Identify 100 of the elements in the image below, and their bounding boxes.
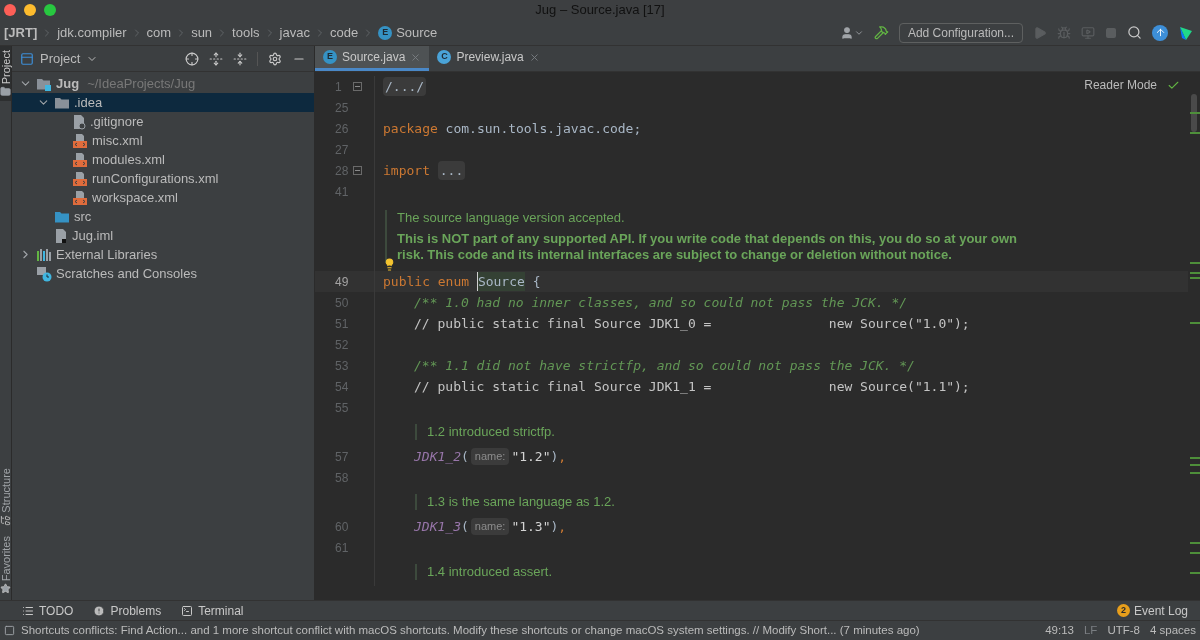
collapse-all-icon[interactable] xyxy=(233,51,247,66)
breadcrumb[interactable]: Source xyxy=(396,22,438,43)
tree-label: .idea xyxy=(74,93,103,112)
update-icon[interactable] xyxy=(1152,24,1168,41)
tree-item[interactable]: runConfigurations.xml xyxy=(12,169,314,188)
breadcrumb[interactable]: com xyxy=(146,22,172,43)
doc-text: This is NOT part of any supported API. If you write code that depends on this, you do so at your own risk. This code and its internal interfaces are subject to change or deletion without notice. xyxy=(397,231,1018,263)
tree-item[interactable]: Jug ~/IdeaProjects/Jug xyxy=(12,74,314,93)
panel-title[interactable]: Project xyxy=(40,48,81,69)
tree-item[interactable]: .gitignore xyxy=(12,112,314,131)
code-token: // public static final Source JDK1_1 = new Source("1.1"); xyxy=(414,377,970,396)
event-log-button[interactable]: 2 Event Log xyxy=(1116,601,1188,620)
tree-item[interactable]: .idea xyxy=(12,93,314,112)
settings-icon[interactable] xyxy=(268,51,282,66)
folder-icon xyxy=(54,95,70,110)
doc-text: 1.3 is the same language as 1.2. xyxy=(427,494,615,510)
line-number: 60 xyxy=(335,518,349,536)
tree-item[interactable]: modules.xml xyxy=(12,150,314,169)
tree-label: Jug xyxy=(56,74,80,93)
code-token: JDK1_2 xyxy=(414,447,461,466)
fold-icon[interactable] xyxy=(353,166,362,175)
caret-position[interactable]: 49:13 xyxy=(1045,621,1074,640)
toolbox-logo-icon[interactable] xyxy=(1178,24,1194,41)
breadcrumb[interactable]: javac xyxy=(279,22,310,43)
tool-window-tab[interactable]: Structure xyxy=(0,466,11,528)
line-number: 50 xyxy=(335,294,349,312)
zoom-button[interactable] xyxy=(44,4,56,16)
locate-icon[interactable] xyxy=(185,51,199,66)
file-icon xyxy=(72,113,86,130)
tree-item[interactable]: src xyxy=(12,207,314,226)
error-stripe-mark xyxy=(1190,322,1200,324)
line-number: 57 xyxy=(335,448,349,466)
search-icon[interactable] xyxy=(1127,25,1142,40)
editor-tab[interactable]: C Preview.java xyxy=(429,46,548,71)
tree-label: External Libraries xyxy=(56,245,158,264)
close-icon[interactable] xyxy=(528,51,540,63)
folded-code[interactable]: ... xyxy=(437,160,466,181)
list-icon xyxy=(22,604,34,617)
scratches-icon xyxy=(36,265,52,282)
code-token: ( xyxy=(460,447,469,466)
tool-windows-toggle-icon[interactable] xyxy=(4,625,15,636)
folded-code[interactable]: /.../ xyxy=(383,76,427,97)
tree-item[interactable]: External Libraries xyxy=(12,245,314,264)
code-token: package xyxy=(383,119,438,138)
tree-item[interactable]: Scratches and Consoles xyxy=(12,264,314,283)
tool-window-tab[interactable]: Favorites xyxy=(0,533,11,596)
line-number: 52 xyxy=(335,336,349,354)
code-token: public xyxy=(383,272,430,291)
tree-label: modules.xml xyxy=(92,150,165,169)
breadcrumb[interactable]: sun xyxy=(191,22,213,43)
tree-item[interactable]: workspace.xml xyxy=(12,188,314,207)
lightbulb-icon[interactable] xyxy=(383,258,396,271)
fold-icon[interactable] xyxy=(353,82,362,91)
module-folder-icon xyxy=(36,76,52,91)
scrollbar-thumb[interactable] xyxy=(1191,94,1197,132)
hammer-icon[interactable] xyxy=(873,25,889,40)
structure-icon xyxy=(0,514,11,526)
tree-item[interactable]: Jug.iml xyxy=(12,226,314,245)
xml-file-icon xyxy=(72,170,88,187)
user-menu-icon[interactable] xyxy=(839,25,864,40)
reader-mode-link[interactable]: Reader Mode xyxy=(1084,76,1157,94)
code-token: , xyxy=(558,447,567,466)
line-number: 58 xyxy=(335,469,349,487)
breadcrumb[interactable]: [JRT] xyxy=(4,22,38,43)
minimize-button[interactable] xyxy=(24,4,36,16)
error-stripe-mark xyxy=(1190,572,1200,574)
xml-file-icon xyxy=(72,151,88,168)
breadcrumb[interactable]: jdk.compiler xyxy=(57,22,127,43)
xml-file-icon xyxy=(72,189,88,206)
tool-window-button[interactable]: Problems xyxy=(93,601,162,620)
file-encoding[interactable]: UTF-8 xyxy=(1107,621,1140,640)
tree-label: .gitignore xyxy=(90,112,144,131)
notification-count: 2 xyxy=(1116,604,1130,617)
line-number: 55 xyxy=(335,399,349,417)
class-icon: C xyxy=(437,50,452,64)
tool-window-button[interactable]: TODO xyxy=(22,601,74,620)
tool-window-button[interactable]: Terminal xyxy=(181,601,244,620)
line-number: 26 xyxy=(335,120,349,138)
breadcrumb[interactable]: tools xyxy=(232,22,260,43)
doc-text: 1.4 introduced assert. xyxy=(427,564,553,580)
code-token: ) xyxy=(550,517,559,536)
tool-window-tab[interactable]: Project xyxy=(0,46,11,102)
indent-setting[interactable]: 4 spaces xyxy=(1149,621,1196,640)
add-configuration-button[interactable]: Add Configuration... xyxy=(898,22,1023,43)
folder-icon xyxy=(54,209,70,224)
breadcrumb[interactable]: code xyxy=(329,22,359,43)
editor-tab[interactable]: E Source.java xyxy=(315,46,430,71)
tree-label: misc.xml xyxy=(92,131,143,150)
tree-item[interactable]: misc.xml xyxy=(12,131,314,150)
code-token: enum xyxy=(437,272,470,291)
code-token: /** 1.1 did not have strictfp, and so could not pass the JCK. */ xyxy=(414,356,915,375)
code-token: ( xyxy=(460,517,469,536)
tree-label: workspace.xml xyxy=(92,188,178,207)
code-token: "1.2" xyxy=(511,447,551,466)
doc-text: The source language version accepted. xyxy=(397,210,626,226)
code-token: ) xyxy=(550,447,559,466)
line-number: 54 xyxy=(335,378,349,396)
close-button[interactable] xyxy=(4,4,16,16)
code-token: // public static final Source JDK1_0 = new Source("1.0"); xyxy=(414,314,970,333)
expand-all-icon[interactable] xyxy=(209,51,223,66)
